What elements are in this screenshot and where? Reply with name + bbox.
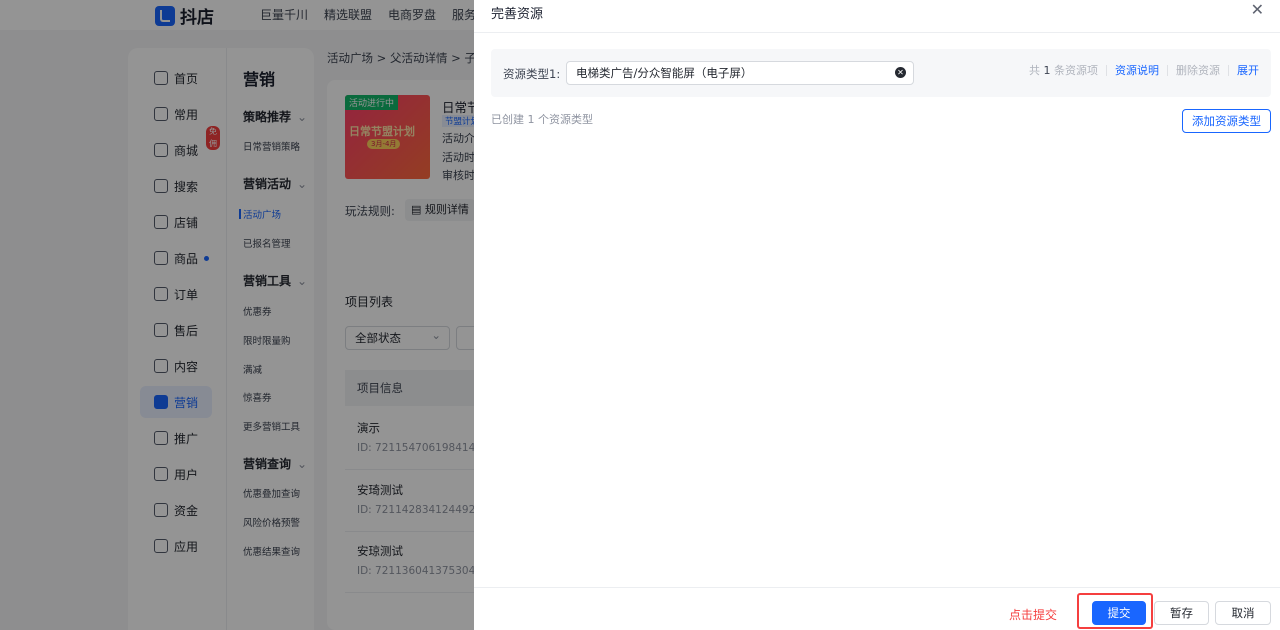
click-submit-hint: 点击提交 xyxy=(1009,608,1058,622)
resource-type-select[interactable]: 电梯类广告/分众智能屏（电子屏） ✕ xyxy=(566,61,914,85)
divider xyxy=(1167,64,1168,76)
count-value: 1 xyxy=(1043,64,1051,77)
count-prefix: 共 xyxy=(1029,64,1040,77)
divider xyxy=(1228,64,1229,76)
complete-resource-drawer: 完善资源 ✕ 资源类型1: 电梯类广告/分众智能屏（电子屏） ✕ 共 1 条资源… xyxy=(474,0,1280,630)
add-resource-type-button[interactable]: 添加资源类型 xyxy=(1182,109,1271,133)
resource-explain-link[interactable]: 资源说明 xyxy=(1115,62,1159,78)
resource-type-panel: 资源类型1: 电梯类广告/分众智能屏（电子屏） ✕ 共 1 条资源项 资源说明 … xyxy=(491,49,1271,97)
resource-type-value: 电梯类广告/分众智能屏（电子屏） xyxy=(576,66,753,80)
drawer-title: 完善资源 xyxy=(491,7,544,22)
resource-count: 共 1 条资源项 xyxy=(1029,62,1098,78)
submit-button[interactable]: 提交 xyxy=(1092,601,1146,625)
divider xyxy=(474,32,1280,33)
cancel-button[interactable]: 取消 xyxy=(1215,601,1271,625)
delete-resource-link[interactable]: 删除资源 xyxy=(1176,62,1220,78)
resource-actions: 共 1 条资源项 资源说明 删除资源 展开 xyxy=(1029,62,1259,78)
close-icon[interactable]: ✕ xyxy=(1251,0,1264,19)
count-suffix: 条资源项 xyxy=(1054,64,1098,77)
created-count-text: 已创建 1 个资源类型 xyxy=(491,113,593,126)
clear-icon[interactable]: ✕ xyxy=(895,67,906,78)
resource-type-label: 资源类型1: xyxy=(503,67,561,81)
divider xyxy=(474,587,1280,588)
save-draft-button[interactable]: 暂存 xyxy=(1154,601,1209,625)
divider xyxy=(1106,64,1107,76)
expand-link[interactable]: 展开 xyxy=(1237,62,1259,78)
modal-mask[interactable] xyxy=(0,0,474,630)
